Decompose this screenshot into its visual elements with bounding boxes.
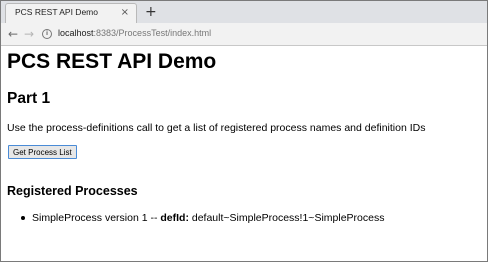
process-name: SimpleProcess version 1 -- (32, 212, 161, 224)
process-list: SimpleProcess version 1 -- defId: defaul… (19, 211, 384, 225)
close-icon[interactable]: × (121, 6, 129, 20)
forward-arrow-icon[interactable]: → (21, 25, 37, 43)
registered-processes-heading: Registered Processes (7, 184, 138, 198)
section-heading: Part 1 (7, 90, 51, 107)
address-toolbar: ← → i localhost:8383/ProcessTest/index.h… (1, 23, 487, 46)
bullet-icon (21, 216, 25, 220)
page-title: PCS REST API Demo (7, 50, 217, 73)
back-arrow-icon[interactable]: ← (5, 25, 21, 43)
tab-strip: PCS REST API Demo × + (1, 1, 487, 23)
url-host: localhost (58, 28, 94, 38)
new-tab-button[interactable]: + (145, 2, 157, 22)
info-icon[interactable]: i (42, 29, 52, 39)
tab-title: PCS REST API Demo (15, 7, 98, 17)
browser-window: PCS REST API Demo × + ← → i localhost:83… (0, 0, 488, 262)
address-bar[interactable]: localhost:8383/ProcessTest/index.html (58, 28, 211, 38)
url-path: :8383/ProcessTest/index.html (93, 28, 212, 38)
get-process-list-button[interactable]: Get Process List (8, 145, 77, 159)
defid-label: defId: (160, 212, 189, 224)
page-content: PCS REST API Demo Part 1 Use the process… (1, 46, 487, 261)
browser-tab[interactable]: PCS REST API Demo × (5, 3, 137, 23)
defid-value: default~SimpleProcess!1~SimpleProcess (188, 212, 385, 224)
description-text: Use the process-definitions call to get … (7, 122, 426, 134)
list-item: SimpleProcess version 1 -- defId: defaul… (19, 211, 384, 225)
